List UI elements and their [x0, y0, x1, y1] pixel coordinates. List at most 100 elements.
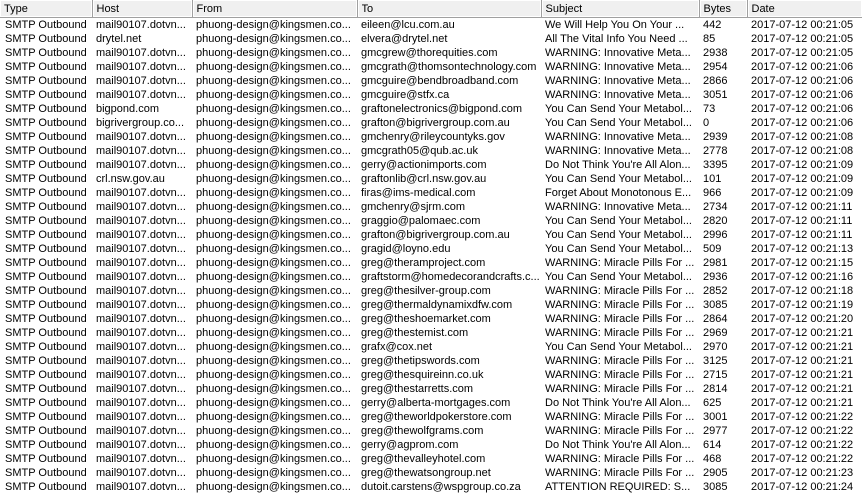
cell-host: mail90107.dotvn... [96, 481, 186, 493]
table-row[interactable]: SMTP Outbound mail90107.dotvn... phuong-de… [0, 214, 862, 228]
cell-subject: WARNING: Innovative Meta... [545, 145, 691, 157]
table-row[interactable]: SMTP Outbound mail90107.dotvn... phuong-de… [0, 410, 862, 424]
cell-subject: You Can Send Your Metabol... [545, 215, 692, 227]
table-row[interactable]: SMTP Outbound mail90107.dotvn... phuong-de… [0, 256, 862, 270]
cell-from: phuong-design@kingsmen.co... [196, 173, 351, 185]
cell-type: SMTP Outbound [5, 285, 87, 297]
table-row[interactable]: SMTP Outbound mail90107.dotvn... phuong-de… [0, 438, 862, 452]
cell-to: greg@theshoemarket.com [361, 313, 491, 325]
table-row[interactable]: SMTP Outbound mail90107.dotvn... phuong-de… [0, 480, 862, 494]
table-row[interactable]: SMTP Outbound mail90107.dotvn... phuong-de… [0, 466, 862, 480]
cell-from: phuong-design@kingsmen.co... [196, 383, 351, 395]
column-header-host[interactable]: Host [92, 0, 193, 18]
column-header-type[interactable]: Type [0, 0, 93, 18]
cell-date: 2017-07-12 00:21:21 [751, 397, 854, 409]
cell-bytes: 0 [703, 117, 710, 129]
cell-type: SMTP Outbound [5, 47, 87, 59]
table-row[interactable]: SMTP Outbound mail90107.dotvn... phuong-de… [0, 74, 862, 88]
cell-type: SMTP Outbound [5, 33, 87, 45]
cell-type: SMTP Outbound [5, 327, 87, 339]
cell-subject: Forget About Monotonous E... [545, 187, 692, 199]
table-row[interactable]: SMTP Outbound mail90107.dotvn... phuong-de… [0, 88, 862, 102]
cell-to: firas@ims-medical.com [361, 187, 476, 199]
table-row[interactable]: SMTP Outbound mail90107.dotvn... phuong-de… [0, 382, 862, 396]
table-row[interactable]: SMTP Outbound mail90107.dotvn... phuong-de… [0, 242, 862, 256]
cell-to: greg@thewatsongroup.net [361, 467, 491, 479]
table-row[interactable]: SMTP Outbound mail90107.dotvn... phuong-de… [0, 158, 862, 172]
table-row[interactable]: SMTP Outbound mail90107.dotvn... phuong-de… [0, 144, 862, 158]
table-row[interactable]: SMTP Outbound mail90107.dotvn... phuong-de… [0, 298, 862, 312]
cell-from: phuong-design@kingsmen.co... [196, 229, 351, 241]
cell-date: 2017-07-12 00:21:23 [751, 467, 854, 479]
table-row[interactable]: SMTP Outbound bigpond.com phuong-design@ki… [0, 102, 862, 116]
cell-date: 2017-07-12 00:21:22 [751, 453, 854, 465]
table-row[interactable]: SMTP Outbound mail90107.dotvn... phuong-de… [0, 424, 862, 438]
cell-date: 2017-07-12 00:21:05 [751, 47, 854, 59]
message-rows: SMTP Outbound mail90107.dotvn... phuong-de… [0, 18, 862, 495]
table-row[interactable]: SMTP Outbound mail90107.dotvn... phuong-de… [0, 200, 862, 214]
table-row[interactable]: SMTP Outbound mail90107.dotvn... phuong-de… [0, 46, 862, 60]
cell-bytes: 442 [703, 19, 722, 31]
table-row[interactable]: SMTP Outbound mail90107.dotvn... phuong-de… [0, 130, 862, 144]
message-log-listview[interactable]: Type Host From To Subject Bytes Date SMT… [0, 0, 862, 499]
cell-subject: You Can Send Your Metabol... [545, 243, 692, 255]
table-row[interactable]: SMTP Outbound mail90107.dotvn... phuong-de… [0, 326, 862, 340]
cell-date: 2017-07-12 00:21:08 [751, 145, 854, 157]
table-row[interactable]: SMTP Outbound mail90107.dotvn... phuong-de… [0, 354, 862, 368]
cell-date: 2017-07-12 00:21:15 [751, 257, 854, 269]
cell-date: 2017-07-12 00:21:06 [751, 61, 854, 73]
column-header-from[interactable]: From [192, 0, 358, 18]
cell-to: grafx@cox.net [361, 341, 433, 353]
cell-bytes: 2715 [703, 369, 728, 381]
cell-to: gerry@agprom.com [361, 439, 459, 451]
cell-host: mail90107.dotvn... [96, 453, 186, 465]
cell-from: phuong-design@kingsmen.co... [196, 369, 351, 381]
cell-bytes: 614 [703, 439, 722, 451]
cell-bytes: 2969 [703, 327, 728, 339]
table-row[interactable]: SMTP Outbound crl.nsw.gov.au phuong-design… [0, 172, 862, 186]
cell-subject: WARNING: Miracle Pills For ... [545, 355, 695, 367]
cell-to: greg@thetipswords.com [361, 355, 480, 367]
cell-date: 2017-07-12 00:21:06 [751, 89, 854, 101]
cell-from: phuong-design@kingsmen.co... [196, 201, 351, 213]
cell-to: gmcgrew@thorequities.com [361, 47, 498, 59]
table-row[interactable]: SMTP Outbound mail90107.dotvn... phuong-de… [0, 312, 862, 326]
table-row[interactable]: SMTP Outbound mail90107.dotvn... phuong-de… [0, 186, 862, 200]
cell-date: 2017-07-12 00:21:06 [751, 75, 854, 87]
cell-host: mail90107.dotvn... [96, 439, 186, 451]
table-row[interactable]: SMTP Outbound drytel.net phuong-design@kin… [0, 32, 862, 46]
table-row[interactable]: SMTP Outbound mail90107.dotvn... phuong-de… [0, 18, 862, 33]
cell-bytes: 2939 [703, 131, 728, 143]
cell-bytes: 85 [703, 33, 716, 45]
cell-date: 2017-07-12 00:21:06 [751, 117, 854, 129]
column-header-date[interactable]: Date [747, 0, 862, 18]
table-row[interactable]: SMTP Outbound mail90107.dotvn... phuong-de… [0, 396, 862, 410]
column-header-subject[interactable]: Subject [541, 0, 700, 18]
table-row[interactable]: SMTP Outbound mail90107.dotvn... phuong-de… [0, 368, 862, 382]
table-row[interactable]: SMTP Outbound mail90107.dotvn... phuong-de… [0, 284, 862, 298]
cell-date: 2017-07-12 00:21:24 [751, 481, 854, 493]
cell-from: phuong-design@kingsmen.co... [196, 145, 351, 157]
cell-from: phuong-design@kingsmen.co... [196, 341, 351, 353]
cell-type: SMTP Outbound [5, 369, 87, 381]
cell-from: phuong-design@kingsmen.co... [196, 299, 351, 311]
cell-host: mail90107.dotvn... [96, 89, 186, 101]
table-row[interactable]: SMTP Outbound mail90107.dotvn... phuong-de… [0, 228, 862, 242]
table-row[interactable]: SMTP Outbound mail90107.dotvn... phuong-de… [0, 340, 862, 354]
table-row[interactable]: SMTP Outbound mail90107.dotvn... phuong-de… [0, 452, 862, 466]
table-row[interactable]: SMTP Outbound mail90107.dotvn... phuong-de… [0, 270, 862, 284]
cell-to: gmcgrath05@qub.ac.uk [361, 145, 478, 157]
cell-from: phuong-design@kingsmen.co... [196, 467, 351, 479]
table-row[interactable]: SMTP Outbound bigrivergroup.co... phuong-d… [0, 116, 862, 130]
column-header-to[interactable]: To [357, 0, 542, 18]
cell-from: phuong-design@kingsmen.co... [196, 103, 351, 115]
cell-date: 2017-07-12 00:21:21 [751, 383, 854, 395]
cell-date: 2017-07-12 00:21:18 [751, 285, 854, 297]
cell-host: mail90107.dotvn... [96, 159, 186, 171]
cell-to: greg@theworldpokerstore.com [361, 411, 512, 423]
column-header-bytes[interactable]: Bytes [699, 0, 748, 18]
table-row[interactable]: SMTP Outbound mail90107.dotvn... phuong-de… [0, 60, 862, 74]
cell-host: mail90107.dotvn... [96, 257, 186, 269]
cell-bytes: 2864 [703, 313, 728, 325]
cell-bytes: 101 [703, 173, 722, 185]
